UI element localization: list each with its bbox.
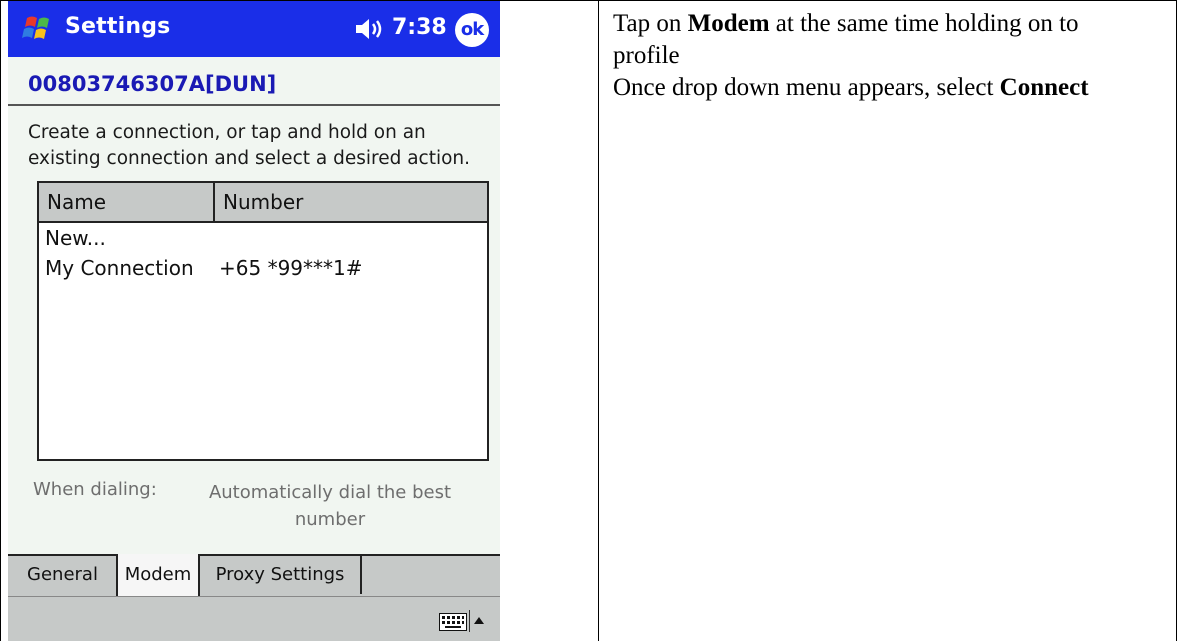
up-arrow-icon[interactable] bbox=[474, 617, 484, 624]
note-line-2: Once drop down menu appears, select Conn… bbox=[613, 74, 1089, 101]
instructions-text: Create a connection, or tap and hold on … bbox=[28, 122, 471, 169]
list-item-name: My Connection bbox=[45, 256, 194, 280]
instruction-note: Tap on Modem at the same time holding on… bbox=[613, 8, 1133, 104]
note-line-1: Tap on Modem at the same time holding on… bbox=[613, 10, 1079, 69]
column-header-number[interactable]: Number bbox=[215, 183, 487, 221]
profile-title: 00803746307A[DUN] bbox=[28, 72, 277, 96]
keyboard-icon[interactable] bbox=[439, 613, 467, 631]
list-item-my-connection[interactable]: My Connection +65 *99***1# bbox=[45, 256, 363, 280]
app-title: Settings bbox=[65, 14, 171, 39]
divider bbox=[8, 104, 500, 106]
tab-general[interactable]: General bbox=[8, 556, 119, 594]
divider bbox=[469, 610, 470, 632]
modem-keyword: Modem bbox=[687, 10, 770, 37]
list-header: Name Number bbox=[39, 183, 487, 223]
list-item-new[interactable]: New... bbox=[45, 226, 106, 250]
connect-keyword: Connect bbox=[999, 74, 1089, 101]
pocketpc-screen: Settings 7:38 ok 00803746307A[DUN] Creat… bbox=[8, 1, 500, 641]
command-bar bbox=[8, 596, 500, 641]
speaker-icon[interactable] bbox=[353, 15, 385, 43]
list-item-number: +65 *99***1# bbox=[219, 256, 363, 280]
clock[interactable]: 7:38 bbox=[392, 15, 447, 40]
tab-bar: General Modem Proxy Settings bbox=[8, 554, 500, 596]
tab-modem[interactable]: Modem bbox=[116, 554, 200, 596]
ok-button[interactable]: ok bbox=[455, 13, 489, 47]
table-divider bbox=[598, 0, 599, 641]
list-item-name: New... bbox=[45, 226, 106, 250]
tab-proxy-settings[interactable]: Proxy Settings bbox=[200, 556, 362, 594]
dialing-label: When dialing: bbox=[33, 479, 157, 500]
column-header-name[interactable]: Name bbox=[39, 183, 215, 221]
connections-list[interactable]: Name Number New... My Connection +65 *99… bbox=[37, 181, 489, 461]
table-border-left bbox=[0, 0, 1, 641]
windows-flag-icon[interactable] bbox=[18, 8, 58, 48]
dialing-value: Automatically dial the best number bbox=[208, 482, 452, 530]
title-bar: Settings 7:38 ok bbox=[8, 1, 500, 57]
